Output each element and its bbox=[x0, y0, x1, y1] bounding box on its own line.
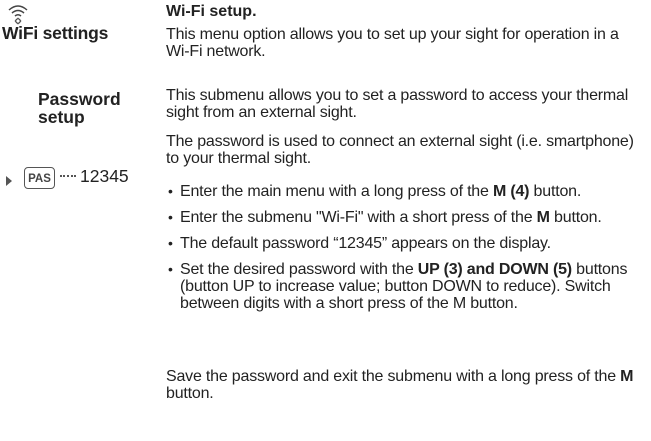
arrow-right-icon bbox=[6, 176, 12, 186]
list-item: Enter the main menu with a long press of… bbox=[166, 183, 644, 200]
section-heading: Wi-Fi setup. bbox=[166, 3, 257, 20]
list-item: Enter the submenu "Wi-Fi" with a short p… bbox=[166, 209, 644, 226]
list-item: The default password “12345” appears on … bbox=[166, 235, 644, 252]
list-item: Set the desired password with the UP (3)… bbox=[166, 261, 644, 312]
password-setup-title: Password setup bbox=[38, 89, 121, 127]
wifi-settings-icon bbox=[8, 5, 28, 25]
paragraph-submenu-description: This submenu allows you to set a passwor… bbox=[166, 87, 629, 121]
dotted-leader bbox=[60, 175, 76, 177]
instruction-list: Enter the main menu with a long press of… bbox=[166, 183, 644, 321]
paragraph-password-usage: The password is used to connect an exter… bbox=[166, 133, 634, 167]
paragraph-wifi-description: This menu option allows you to set up yo… bbox=[166, 26, 619, 60]
wifi-settings-title: WiFi settings bbox=[2, 23, 109, 43]
left-column: WiFi settings Password setup PAS 12345 bbox=[0, 0, 160, 441]
password-badge: PAS bbox=[24, 167, 55, 189]
password-value: 12345 bbox=[80, 166, 129, 186]
paragraph-save-password: Save the password and exit the submenu w… bbox=[166, 368, 634, 402]
